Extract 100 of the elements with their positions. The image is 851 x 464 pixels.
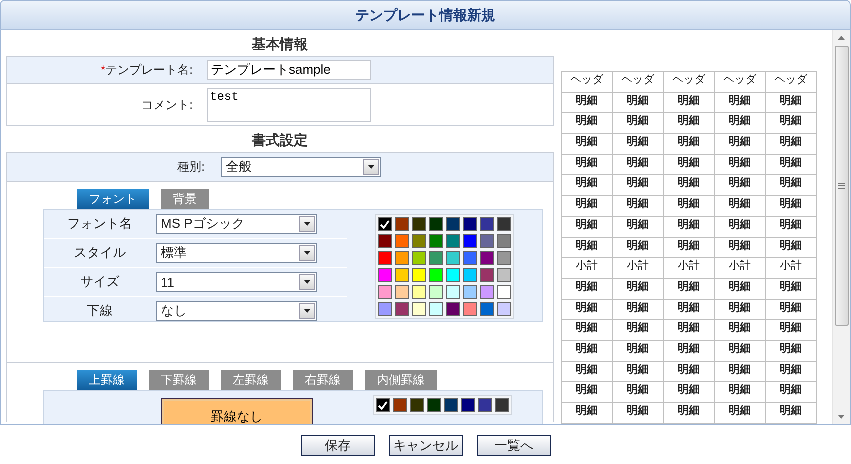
color-swatch[interactable] [480, 268, 494, 282]
color-swatch[interactable] [429, 285, 443, 299]
color-swatch[interactable] [429, 251, 443, 265]
color-swatch[interactable] [378, 302, 392, 316]
table-cell: 明細 [664, 278, 714, 300]
color-swatch[interactable] [395, 217, 409, 231]
color-swatch[interactable] [429, 302, 443, 316]
table-cell: 明細 [562, 402, 612, 424]
table-cell: 小計 [612, 258, 664, 278]
color-swatch[interactable] [427, 398, 441, 412]
dropdown[interactable]: 標準 [156, 243, 317, 263]
color-swatch[interactable] [497, 302, 511, 316]
color-swatch[interactable] [395, 302, 409, 316]
color-swatch[interactable] [497, 285, 511, 299]
color-swatch[interactable] [480, 234, 494, 248]
button[interactable]: 一覧へ [477, 435, 551, 456]
color-swatch[interactable] [393, 398, 407, 412]
table-cell: 明細 [612, 154, 664, 175]
color-swatch[interactable] [429, 268, 443, 282]
color-swatch[interactable] [446, 285, 460, 299]
table-cell: 明細 [612, 112, 664, 134]
dropdown[interactable]: MS Pゴシック [156, 214, 317, 234]
table-cell: 明細 [664, 92, 714, 113]
color-swatch[interactable] [463, 251, 477, 265]
color-swatch[interactable] [378, 268, 392, 282]
field-label: *テンプレート名: [100, 62, 193, 78]
color-swatch[interactable] [378, 251, 392, 265]
table-cell: 明細 [714, 154, 766, 175]
color-swatch[interactable] [412, 234, 426, 248]
color-swatch[interactable] [463, 268, 477, 282]
table-cell: 明細 [766, 299, 816, 320]
check-icon [380, 220, 390, 228]
caret-icon [304, 222, 310, 226]
color-swatch[interactable] [444, 398, 458, 412]
input-field[interactable]: テンプレートsample [207, 60, 371, 80]
dropdown[interactable]: 全般 [221, 157, 381, 177]
table-cell: 明細 [562, 340, 612, 362]
border-style-option[interactable]: 罫線なし [161, 398, 313, 424]
table-cell: 明細 [664, 340, 714, 362]
table-cell: 明細 [714, 382, 766, 402]
field-label: コメント: [140, 97, 193, 114]
dropdown[interactable]: なし [156, 301, 317, 321]
color-swatch[interactable] [446, 234, 460, 248]
color-swatch[interactable] [463, 302, 477, 316]
color-swatch[interactable] [412, 302, 426, 316]
table-cell: 明細 [714, 134, 766, 154]
dropdown[interactable]: 11 [156, 272, 317, 292]
table-cell: 明細 [714, 174, 766, 196]
color-swatch[interactable] [429, 234, 443, 248]
color-swatch[interactable] [463, 217, 477, 231]
color-swatch[interactable] [412, 217, 426, 231]
color-swatch[interactable] [412, 251, 426, 265]
color-swatch[interactable] [410, 398, 424, 412]
color-swatch[interactable] [412, 285, 426, 299]
comment-field[interactable]: test [207, 88, 371, 122]
table-cell: 明細 [714, 361, 766, 382]
scrollbar[interactable] [832, 30, 850, 424]
color-swatch[interactable] [480, 217, 494, 231]
table-cell: 明細 [714, 320, 766, 340]
table-cell: 明細 [664, 402, 714, 424]
tab[interactable]: 上罫線 [77, 370, 137, 390]
color-swatch[interactable] [497, 234, 511, 248]
color-swatch[interactable] [446, 217, 460, 231]
table-cell: 明細 [612, 92, 664, 113]
button[interactable]: キャンセル [389, 435, 463, 456]
table-cell: 小計 [664, 258, 714, 278]
color-swatch[interactable] [446, 302, 460, 316]
color-swatch[interactable] [446, 268, 460, 282]
color-swatch[interactable] [497, 217, 511, 231]
color-swatch[interactable] [480, 285, 494, 299]
color-swatch[interactable] [495, 398, 509, 412]
table-cell: 明細 [766, 112, 816, 134]
color-swatch[interactable] [497, 268, 511, 282]
color-swatch[interactable] [461, 398, 475, 412]
field-label: 種別: [176, 158, 205, 176]
color-swatch[interactable] [376, 398, 390, 412]
color-swatch[interactable] [395, 268, 409, 282]
color-swatch[interactable] [429, 217, 443, 231]
color-swatch[interactable] [480, 302, 494, 316]
table-cell: 明細 [714, 299, 766, 320]
color-swatch[interactable] [478, 398, 492, 412]
color-swatch[interactable] [378, 285, 392, 299]
button[interactable]: 保存 [301, 435, 375, 456]
color-swatch[interactable] [395, 285, 409, 299]
tab[interactable]: フォント [77, 189, 149, 209]
color-swatch[interactable] [395, 234, 409, 248]
color-swatch[interactable] [463, 234, 477, 248]
table-cell: 明細 [612, 340, 664, 362]
color-swatch[interactable] [412, 268, 426, 282]
color-swatch[interactable] [395, 251, 409, 265]
color-swatch[interactable] [480, 251, 494, 265]
color-swatch[interactable] [463, 285, 477, 299]
table-cell: 明細 [562, 237, 612, 258]
color-swatch[interactable] [378, 217, 392, 231]
table-cell: 明細 [562, 299, 612, 320]
color-swatch[interactable] [497, 251, 511, 265]
color-swatch[interactable] [378, 234, 392, 248]
color-swatch[interactable] [446, 251, 460, 265]
table-cell: 明細 [562, 320, 612, 340]
column-header: ヘッダ [612, 72, 664, 92]
